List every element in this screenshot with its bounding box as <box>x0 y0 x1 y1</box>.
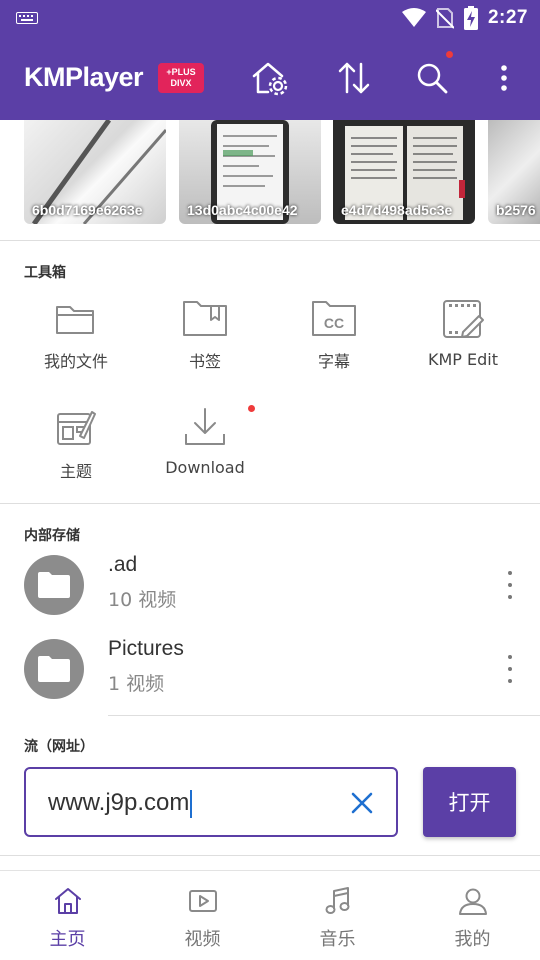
nav-label: 音乐 <box>319 929 356 950</box>
folder-name: Pictures <box>108 637 184 660</box>
tool-bookmarks[interactable]: 书签 <box>145 298 265 372</box>
no-sim-icon <box>435 8 454 29</box>
folder-video-count: 10 视频 <box>108 589 177 611</box>
stream-url-field[interactable]: www.j9p.com <box>48 789 193 818</box>
recent-thumbnails: 6b0d7169e6263e 13d0abc4c00e42 e4d7d498ad… <box>0 120 540 226</box>
nav-profile[interactable]: 我的 <box>405 871 540 960</box>
clear-icon[interactable] <box>350 791 374 815</box>
download-icon <box>185 408 225 445</box>
thumbnail-name: 6b0d7169e6263e <box>32 202 143 218</box>
svg-text:CC: CC <box>324 315 344 331</box>
app-logo: KMPlayer <box>24 62 144 92</box>
nav-video[interactable]: 视频 <box>135 871 270 960</box>
folder-row[interactable]: .ad 10 视频 <box>0 543 540 627</box>
thumbnail-item[interactable]: b2576 <box>488 120 540 224</box>
download-notification-dot <box>248 405 255 412</box>
folder-name: .ad <box>108 553 138 576</box>
thumbnail-item[interactable]: e4d7d498ad5c3e <box>333 120 475 224</box>
tool-label: KMP Edit <box>427 350 498 369</box>
nav-label: 主页 <box>49 929 86 950</box>
tool-subtitles[interactable]: CC 字幕 <box>274 298 394 372</box>
bookmark-icon <box>183 301 227 336</box>
list-divider <box>108 715 540 716</box>
home-icon <box>54 888 81 914</box>
folder-icon <box>56 306 94 334</box>
thumbnail-name: b2576 <box>496 202 536 218</box>
section-divider <box>0 240 540 241</box>
toolbox-title: 工具箱 <box>24 265 66 281</box>
thumbnail-item[interactable]: 13d0abc4c00e42 <box>179 120 321 224</box>
home-settings-button[interactable] <box>248 56 292 100</box>
folder-row[interactable]: Pictures 1 视频 <box>0 627 540 711</box>
folder-avatar <box>24 555 84 615</box>
bottom-navigation: 主页 视频 音乐 我的 <box>0 870 540 960</box>
tool-download[interactable]: Download <box>145 406 265 477</box>
keyboard-icon <box>16 12 38 24</box>
tool-label: 主题 <box>59 462 92 481</box>
home-settings-icon <box>252 62 288 96</box>
badge-divx-text: DIVX <box>170 78 192 88</box>
nav-label: 我的 <box>454 929 491 950</box>
tool-label: 我的文件 <box>43 352 108 371</box>
thumbnail-item[interactable]: 6b0d7169e6263e <box>24 120 166 224</box>
profile-icon <box>458 888 487 915</box>
status-bar: 2:27 <box>0 0 540 36</box>
stream-url-input[interactable]: www.j9p.com <box>24 767 398 837</box>
section-divider <box>0 855 540 856</box>
plus-divx-badge: +PLUS DIVX <box>158 63 204 93</box>
tool-label: 书签 <box>188 352 221 371</box>
overflow-menu-button[interactable] <box>482 56 526 100</box>
stream-url-value: www.j9p.com <box>48 789 190 816</box>
folder-more-button[interactable] <box>502 571 518 599</box>
tool-theme[interactable]: 主题 <box>16 406 136 482</box>
section-divider <box>0 503 540 504</box>
search-notification-dot <box>446 51 453 58</box>
tool-kmp-edit[interactable]: KMP Edit <box>403 298 523 369</box>
folder-video-count: 1 视频 <box>108 673 165 695</box>
music-icon <box>325 887 349 914</box>
tool-label: 字幕 <box>317 352 350 371</box>
search-icon <box>417 63 448 94</box>
app-bar: KMPlayer +PLUS DIVX <box>0 36 540 120</box>
battery-charging-icon <box>463 6 478 30</box>
video-icon <box>188 890 217 912</box>
folder-icon <box>38 572 70 598</box>
nav-label: 视频 <box>184 929 221 950</box>
subtitle-icon: CC <box>312 301 356 336</box>
sort-button[interactable] <box>332 56 376 100</box>
wifi-icon <box>401 8 426 27</box>
text-caret <box>190 789 193 818</box>
status-time: 2:27 <box>487 7 528 28</box>
open-url-button[interactable]: 打开 <box>423 767 516 837</box>
theme-icon <box>57 411 96 445</box>
storage-title: 内部存储 <box>24 528 80 544</box>
thumbnail-name: e4d7d498ad5c3e <box>341 202 453 218</box>
stream-title: 流（网址） <box>24 739 94 755</box>
tool-label: Download <box>165 458 245 477</box>
nav-music[interactable]: 音乐 <box>270 871 405 960</box>
badge-plus-text: +PLUS <box>166 67 196 77</box>
thumbnail-name: 13d0abc4c00e42 <box>187 202 298 218</box>
folder-icon <box>38 656 70 682</box>
folder-more-button[interactable] <box>502 655 518 683</box>
folder-avatar <box>24 639 84 699</box>
nav-home[interactable]: 主页 <box>0 871 135 960</box>
search-button[interactable] <box>410 56 454 100</box>
edit-icon <box>443 300 484 338</box>
sort-icon <box>338 62 370 94</box>
tool-my-files[interactable]: 我的文件 <box>16 298 136 372</box>
more-vertical-icon <box>501 65 507 91</box>
